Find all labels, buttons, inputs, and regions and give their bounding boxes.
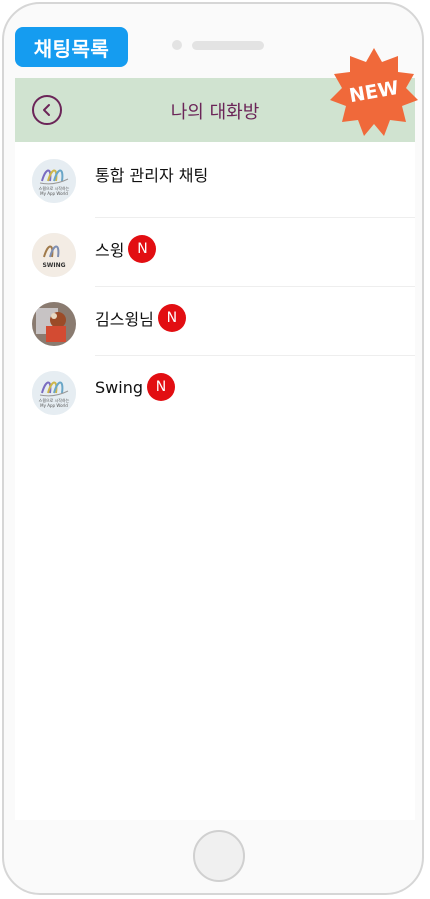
chat-name: Swing N	[95, 373, 175, 401]
speaker	[192, 41, 264, 50]
camera	[172, 40, 182, 50]
logo-avatar-icon: 스윙으로 시작하는 My App World	[32, 371, 76, 415]
chat-name-label: 김스윙님	[95, 310, 154, 329]
avatar: 스윙으로 시작하는 My App World	[32, 371, 76, 415]
chat-name-label: 스윙	[95, 241, 125, 260]
avatar-caption: My App World	[40, 191, 68, 196]
new-message-badge: N	[146, 373, 175, 401]
chat-name: 김스윙님 N	[95, 304, 186, 332]
chat-item[interactable]: 스윙으로 시작하는 My App World 통합 관리자 채팅	[15, 144, 415, 213]
avatar: 스윙으로 시작하는 My App World	[32, 159, 76, 203]
new-starburst-badge: NEW	[330, 48, 418, 136]
home-button[interactable]	[193, 830, 245, 882]
chat-list-tag: 채팅목록	[15, 27, 128, 67]
swing-logo-icon: SWING	[32, 233, 76, 277]
chat-name: 스윙 N	[95, 235, 157, 263]
chat-name: 통합 관리자 채팅	[95, 162, 208, 186]
chat-name-label: Swing	[95, 377, 143, 397]
avatar	[32, 302, 76, 346]
chat-item[interactable]: SWING 스윙 N	[15, 218, 415, 287]
avatar: SWING	[32, 233, 76, 277]
new-message-badge: N	[157, 304, 186, 332]
new-message-badge: N	[128, 235, 157, 263]
logo-avatar-icon: 스윙으로 시작하는 My App World	[32, 159, 76, 203]
avatar-caption: My App World	[40, 403, 68, 408]
app-screen: 나의 대화방 스윙으로 시작하는 My App World 통합 관리자 채팅	[15, 78, 415, 820]
photo-avatar-icon	[32, 302, 76, 346]
avatar-caption: SWING	[42, 262, 65, 269]
chat-name-label: 통합 관리자 채팅	[95, 166, 209, 185]
chat-list-tag-label: 채팅목록	[33, 36, 110, 61]
chat-item[interactable]: 스윙으로 시작하는 My App World Swing N	[15, 356, 415, 425]
chat-item[interactable]: 김스윙님 N	[15, 287, 415, 356]
